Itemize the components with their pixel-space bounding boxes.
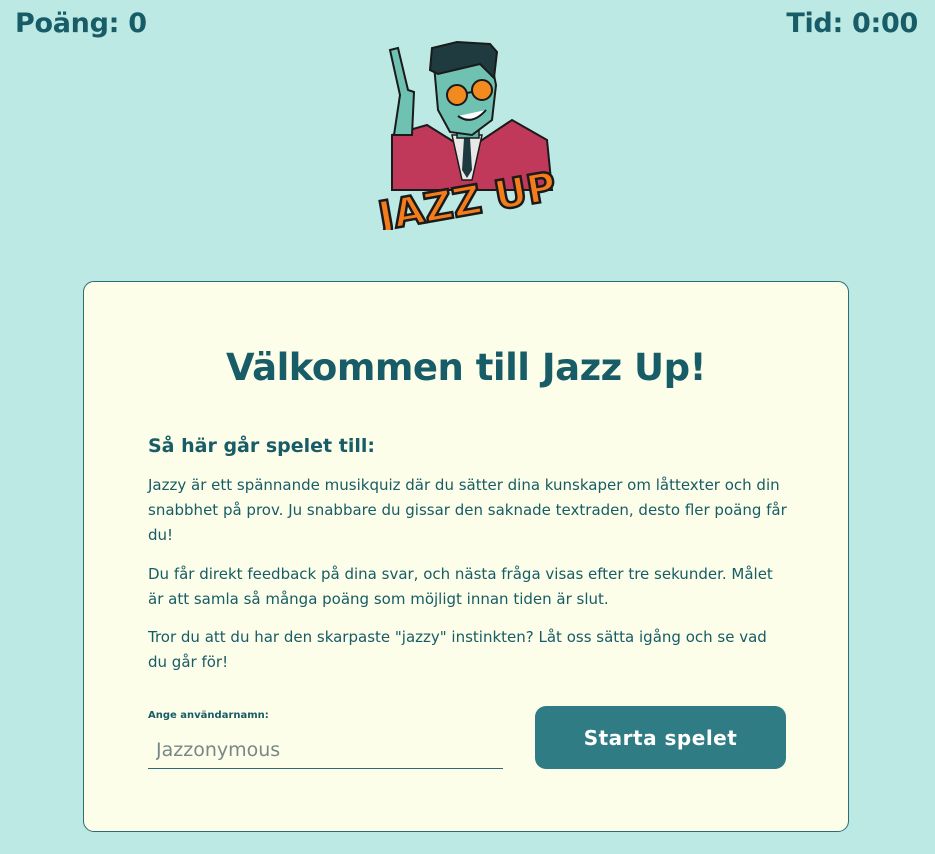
welcome-title: Välkommen till Jazz Up!	[226, 346, 706, 389]
username-input[interactable]	[148, 731, 503, 769]
start-game-button[interactable]: Starta spelet	[535, 706, 786, 769]
score-display: Poäng: 0	[15, 8, 147, 39]
rules-paragraph-1: Jazzy är ett spännande musikquiz där du …	[148, 476, 787, 544]
jazz-character-logo: JAZZ UP	[372, 40, 561, 230]
welcome-card: Välkommen till Jazz Up! Så här går spele…	[83, 281, 849, 832]
timer-display: Tid: 0:00	[786, 8, 918, 39]
username-label: Ange användarnamn:	[148, 710, 269, 721]
rules-paragraph-3: Tror du att du har den skarpaste "jazzy"…	[148, 628, 767, 671]
rules-paragraph-2: Du får direkt feedback på dina svar, och…	[148, 565, 773, 608]
rules-heading: Så här går spelet till:	[148, 435, 375, 457]
